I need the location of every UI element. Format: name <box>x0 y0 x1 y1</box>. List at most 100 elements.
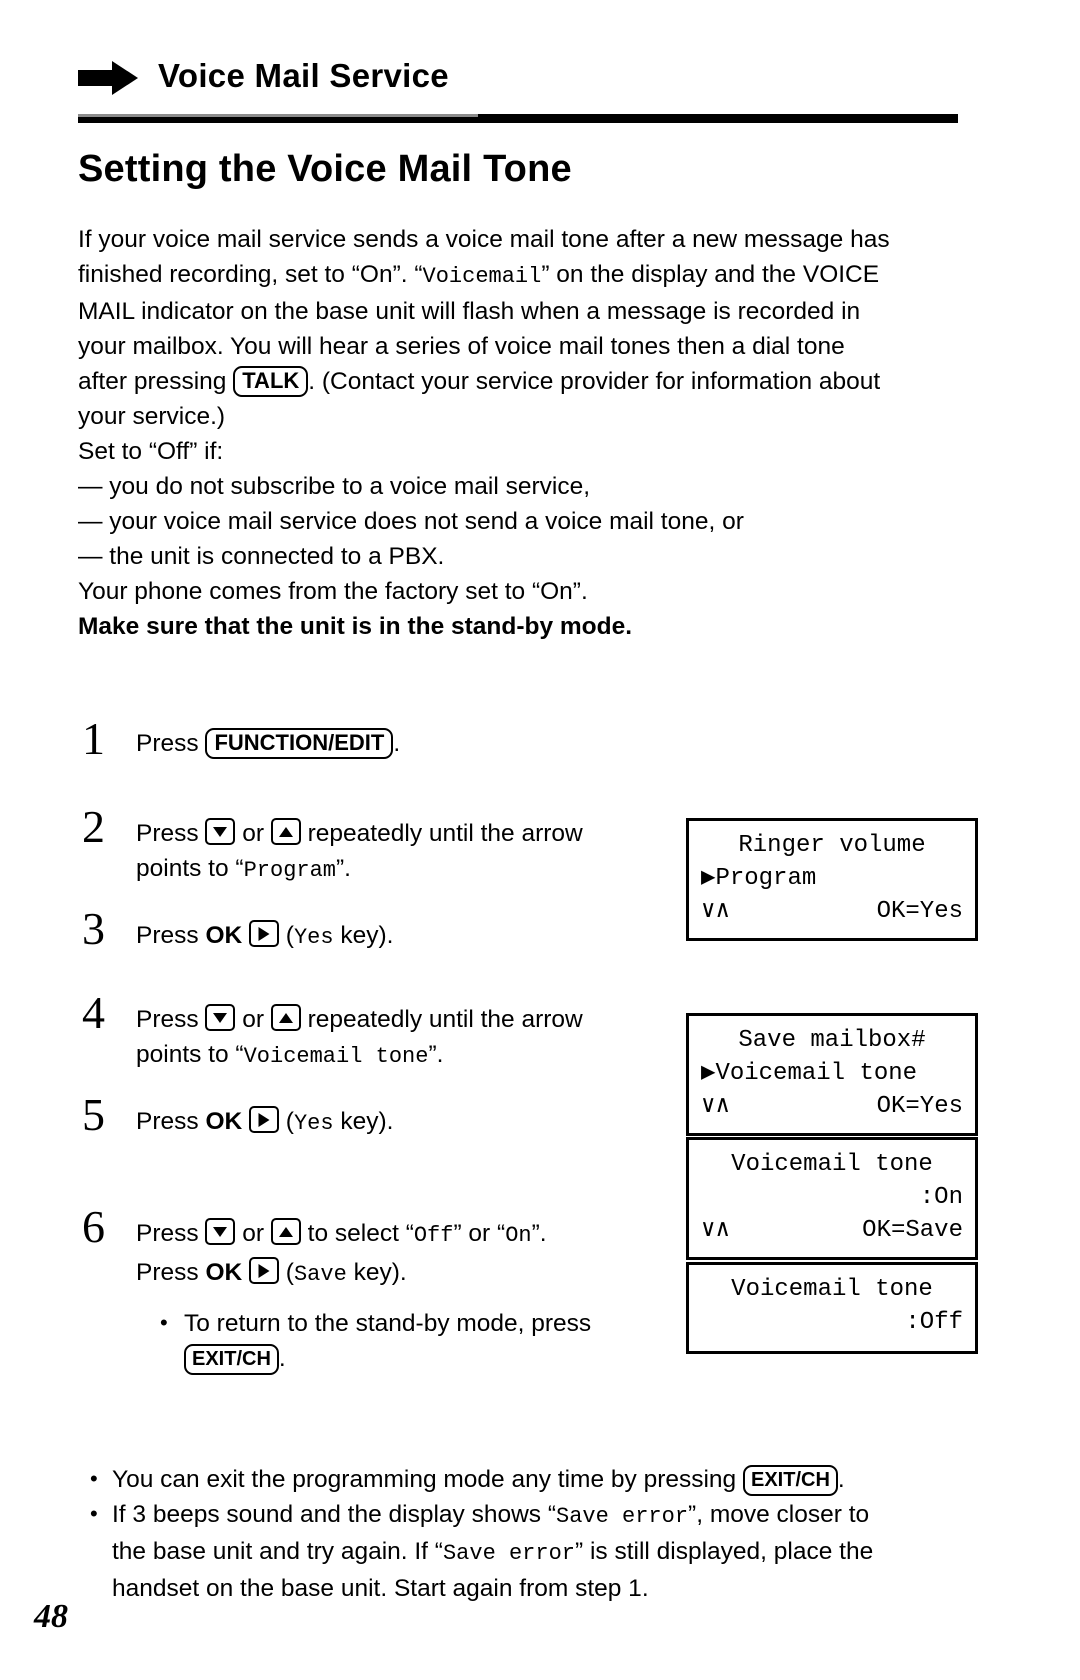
down-arrow-key[interactable] <box>205 818 236 845</box>
step-6-text-b: or <box>235 1220 271 1247</box>
step-3-number: 3 <box>82 903 105 954</box>
step-6-text-f: Press <box>136 1259 206 1286</box>
up-arrow-key[interactable] <box>270 1004 301 1031</box>
right-arrow-key[interactable] <box>249 1106 279 1133</box>
step-1-text-b: . <box>393 730 401 757</box>
step-6-text-d: ” or “ <box>453 1220 506 1247</box>
step-2-text-c: repeatedly until the arrow <box>300 820 583 847</box>
step-2-number: 2 <box>82 801 105 852</box>
step-6-text-c: to select “ <box>300 1220 414 1247</box>
footer-note-2: If 3 beeps sound and the display shows “… <box>86 1496 976 1606</box>
step-6-note-period: . <box>278 1345 286 1372</box>
step-6-ok-label: OK <box>205 1259 243 1286</box>
footer-note-2-text-b: ”, move closer to <box>688 1501 870 1528</box>
footer-note-2-save-error-2: Save error <box>442 1541 575 1566</box>
step-2-program-term: Program <box>243 858 337 883</box>
step-2-text-a: Press <box>136 820 206 847</box>
step-1: 1 Press FUNCTION/EDIT. <box>78 716 978 814</box>
right-arrow-icon <box>78 61 140 95</box>
intro-line-6: your service.) <box>78 403 226 430</box>
page-title: Voice Mail Service <box>158 57 449 94</box>
display-vmtone-on-row2: :On <box>919 1184 963 1211</box>
display-vmtone-menu-row1: Save mailbox# <box>738 1027 926 1054</box>
footer-note-2-save-error-1: Save error <box>556 1504 689 1529</box>
page-header: Voice Mail Service <box>78 46 958 106</box>
step-3-ok-label: OK <box>205 922 243 949</box>
display-vmtone-menu-row3: ∨∧ OK=Yes <box>701 1090 963 1123</box>
intro-voicemail-term: Voicemail <box>422 264 542 289</box>
step-6-text-a: Press <box>136 1220 206 1247</box>
section-title: Setting the Voice Mail Tone <box>78 148 572 190</box>
step-5-text-c: key). <box>333 1108 394 1135</box>
display-vmtone-menu-row2: ▶Voicemail tone <box>701 1060 918 1087</box>
display-vmtone-on-row3-left: ∨∧ <box>701 1217 730 1244</box>
manual-page: Voice Mail Service Setting the Voice Mai… <box>0 0 1080 1680</box>
step-6-on-term: On <box>505 1223 532 1248</box>
step-1-number: 1 <box>82 713 105 764</box>
display-program-row1: Ringer volume <box>738 832 926 859</box>
step-6-save-term: Save <box>293 1262 347 1287</box>
display-vmtone-off-row1: Voicemail tone <box>731 1276 933 1303</box>
intro-line-5b: . (Contact your service provider for inf… <box>308 368 881 395</box>
display-vmtone-menu-row3-right: OK=Yes <box>876 1093 963 1120</box>
display-program-row3-right: OK=Yes <box>876 898 963 925</box>
display-program: Ringer volume ▶Program ∨∧ OK=Yes <box>686 818 978 941</box>
display-voicemail-tone-off: Voicemail tone :Off <box>686 1262 978 1354</box>
step-6-off-term: Off <box>413 1223 454 1248</box>
step-4-text-e: ”. <box>428 1041 444 1068</box>
display-program-row3-left: ∨∧ <box>701 898 730 925</box>
footer-note-1-text-a: You can exit the programming mode any ti… <box>112 1466 743 1493</box>
step-2-text-b: or <box>235 820 271 847</box>
footer-note-1-text-b: . <box>837 1466 845 1493</box>
intro-line-5a: after pressing <box>78 368 234 395</box>
intro-line-4: your mailbox. You will hear a series of … <box>78 333 845 360</box>
step-4-text-d: points to “ <box>136 1041 244 1068</box>
step-4-text-a: Press <box>136 1006 206 1033</box>
step-4-number: 4 <box>82 987 105 1038</box>
step-5-yes-term: Yes <box>293 1111 334 1136</box>
step-5-text-a: Press <box>136 1108 206 1135</box>
display-voicemail-tone-on: Voicemail tone :On ∨∧ OK=Save <box>686 1137 978 1260</box>
exit-ch-key[interactable]: EXIT/CH <box>184 1344 279 1375</box>
step-3-text-b: ( <box>279 922 294 949</box>
step-3-text-a: Press <box>136 922 206 949</box>
intro-standby-note: Make sure that the unit is in the stand-… <box>78 613 633 640</box>
intro-line-2b: ” on the display and the VOICE <box>541 261 880 288</box>
display-vmtone-on-row3-right: OK=Save <box>862 1217 963 1244</box>
intro-line-11: Your phone comes from the factory set to… <box>78 578 588 605</box>
step-4-text-c: repeatedly until the arrow <box>300 1006 583 1033</box>
footer-note-2-text-d: ” is still displayed, place the <box>575 1538 874 1565</box>
step-6-number: 6 <box>82 1201 105 1252</box>
step-1-body: Press FUNCTION/EDIT. <box>136 726 978 761</box>
up-arrow-key[interactable] <box>270 818 301 845</box>
display-voicemail-tone-menu: Save mailbox# ▶Voicemail tone ∨∧ OK=Yes <box>686 1013 978 1136</box>
step-2-text-e: ”. <box>336 855 351 882</box>
display-program-row3: ∨∧ OK=Yes <box>701 895 963 928</box>
step-3-text-c: key). <box>333 922 394 949</box>
step-5-text-b: ( <box>279 1108 294 1135</box>
intro-line-10: — the unit is connected to a PBX. <box>78 543 445 570</box>
down-arrow-key[interactable] <box>205 1004 236 1031</box>
display-vmtone-on-row3: ∨∧ OK=Save <box>701 1214 963 1247</box>
intro-line-1: If your voice mail service sends a voice… <box>78 226 890 253</box>
footer-notes: You can exit the programming mode any ti… <box>86 1461 976 1606</box>
display-vmtone-on-row1: Voicemail tone <box>731 1151 933 1178</box>
up-arrow-key[interactable] <box>270 1218 301 1245</box>
header-divider <box>78 114 958 123</box>
talk-key[interactable]: TALK <box>233 366 309 397</box>
display-program-row2: ▶Program <box>701 865 817 892</box>
right-arrow-key[interactable] <box>249 1257 279 1284</box>
step-4-text-b: or <box>235 1006 271 1033</box>
display-vmtone-menu-row3-left: ∨∧ <box>701 1093 730 1120</box>
step-6-text-e: ”. <box>531 1220 547 1247</box>
intro-line-9: — your voice mail service does not send … <box>78 508 744 535</box>
right-arrow-key[interactable] <box>249 920 279 947</box>
down-arrow-key[interactable] <box>205 1218 236 1245</box>
intro-line-8: — you do not subscribe to a voice mail s… <box>78 473 591 500</box>
step-5-ok-label: OK <box>205 1108 243 1135</box>
step-2-text-d: points to “ <box>136 855 244 882</box>
function-edit-key[interactable]: FUNCTION/EDIT <box>205 728 394 759</box>
step-5-number: 5 <box>82 1089 105 1140</box>
step-1-text-a: Press <box>136 730 206 757</box>
exit-ch-key[interactable]: EXIT/CH <box>742 1465 838 1496</box>
